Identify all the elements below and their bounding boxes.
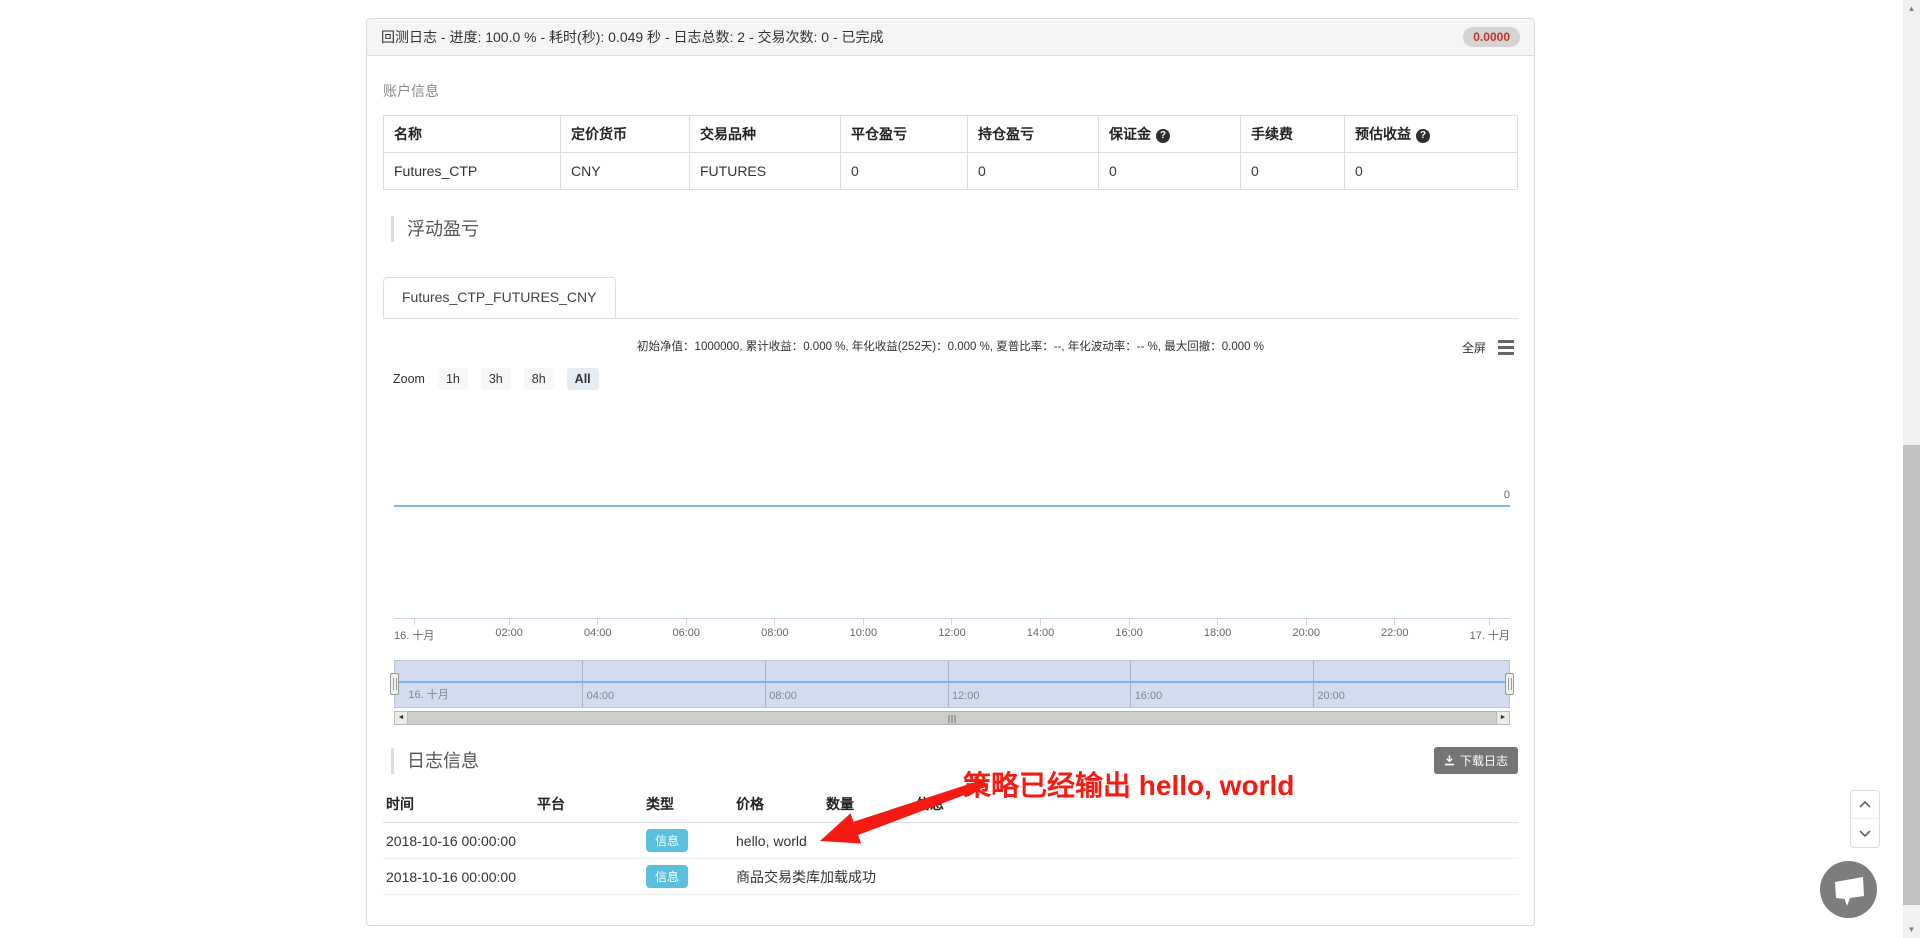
scrollbar-grip-icon [949,715,956,723]
xaxis-label: 10:00 [850,627,878,639]
cell-est-profit: 0 [1345,153,1518,190]
log-info-heading: 日志信息 [391,748,479,774]
chat-widget-button[interactable] [1820,861,1877,918]
annotation-text: 策略已经输出 hello, world [963,764,1294,804]
log-type: 信息 [643,823,733,859]
log-time: 2018-10-16 00:00:00 [383,859,534,895]
backtest-log-header: 回测日志 - 进度: 100.0 % - 耗时(秒): 0.049 秒 - 日志… [367,19,1534,56]
navigator-label: 16:00 [1135,690,1163,702]
zoom-label: Zoom [393,372,425,386]
xaxis-label: 04:00 [584,627,612,639]
page-scroll-buttons [1850,790,1880,848]
scrollbar-down-icon[interactable]: ▼ [1903,921,1920,938]
info-badge: 信息 [646,865,688,888]
cell-fee: 0 [1241,153,1345,190]
xaxis-label: 20:00 [1292,627,1320,639]
col-closed-pnl: 平仓盈亏 [841,116,968,153]
chart-horizontal-scrollbar: ◄ ► [394,711,1510,725]
xaxis-label: 16. 十月 [394,627,434,643]
xaxis-label: 02:00 [495,627,523,639]
zoom-1h-button[interactable]: 1h [438,368,468,390]
account-table-header-row: 名称 定价货币 交易品种 平仓盈亏 持仓盈亏 保证金? 手续费 预估收益? [384,116,1518,153]
cell-name: Futures_CTP [384,153,561,190]
col-name: 名称 [384,116,561,153]
xaxis: 16. 十月 02:00 04:00 06:00 08:00 10:00 12:… [394,618,1510,643]
yaxis-zero-label: 0 [1504,489,1510,501]
navigator-label: 16. 十月 [408,686,448,702]
margin-help-icon[interactable]: ? [1156,129,1170,143]
download-icon [1444,755,1455,766]
scroll-left-icon[interactable]: ◄ [394,711,408,725]
backtest-status-title: 回测日志 - 进度: 100.0 % - 耗时(秒): 0.049 秒 - 日志… [381,27,884,47]
profit-badge: 0.0000 [1463,27,1520,47]
log-type: 信息 [643,859,733,895]
xaxis-label: 18:00 [1204,627,1232,639]
xaxis-label: 08:00 [761,627,789,639]
xaxis-label: 22:00 [1381,627,1409,639]
chart-navigator[interactable]: 16. 十月 04:00 08:00 12:00 16:00 20:00 [394,660,1510,708]
chart-toolbar: 全屏 [1462,339,1514,356]
chat-bubble-icon [1820,861,1877,918]
navigator-label: 08:00 [769,690,797,702]
xaxis-label: 12:00 [938,627,966,639]
navigator-left-handle[interactable] [390,673,399,695]
scroll-down-button[interactable] [1851,819,1879,847]
zoom-all-button[interactable]: All [567,368,599,390]
log-time: 2018-10-16 00:00:00 [383,823,534,859]
col-open-pnl: 持仓盈亏 [968,116,1099,153]
horizontal-scrollbar-thumb[interactable] [408,711,1496,725]
col-margin: 保证金? [1099,116,1241,153]
col-est-profit: 预估收益? [1345,116,1518,153]
zoom-3h-button[interactable]: 3h [481,368,511,390]
log-platform [534,823,643,859]
cell-open-pnl: 0 [968,153,1099,190]
floating-pnl-heading: 浮动盈亏 [391,216,1518,242]
scrollbar-up-icon[interactable]: ▲ [1903,0,1920,17]
log-row: 2018-10-16 00:00:00 信息 商品交易类库加载成功 [383,859,1518,895]
scroll-up-button[interactable] [1851,791,1879,819]
log-platform [534,859,643,895]
col-fee: 手续费 [1241,116,1345,153]
xaxis-label: 16:00 [1115,627,1143,639]
cell-instrument: FUTURES [690,153,841,190]
pnl-tab-bar: Futures_CTP_FUTURES_CNY [383,276,1518,319]
vertical-scrollbar-thumb[interactable] [1903,445,1920,905]
navigator-series-line [395,681,1509,683]
cell-quote-currency: CNY [561,153,690,190]
chevron-up-icon [1859,801,1871,808]
tab-futures-ctp-futures-cny[interactable]: Futures_CTP_FUTURES_CNY [383,277,616,318]
xaxis-label: 06:00 [673,627,701,639]
navigator-right-handle[interactable] [1505,673,1514,695]
est-profit-help-icon[interactable]: ? [1416,129,1430,143]
log-message: 商品交易类库加载成功 [733,859,1518,895]
scroll-right-icon[interactable]: ► [1496,711,1510,725]
navigator-label: 04:00 [587,690,615,702]
annotation-arrow [805,768,1000,848]
col-platform: 平台 [534,790,643,823]
xaxis-label: 14:00 [1027,627,1055,639]
info-badge: 信息 [646,829,688,852]
chevron-down-icon [1859,830,1871,837]
col-instrument: 交易品种 [690,116,841,153]
zoom-8h-button[interactable]: 8h [524,368,554,390]
zoom-range-selector: Zoom 1h 3h 8h All [393,368,599,390]
xaxis-label: 17. 十月 [1470,627,1510,643]
chart-menu-icon[interactable] [1498,340,1514,355]
account-table: 名称 定价货币 交易品种 平仓盈亏 持仓盈亏 保证金? 手续费 预估收益? Fu… [383,115,1518,190]
navigator-label: 12:00 [952,690,980,702]
navigator-label: 20:00 [1317,690,1345,702]
col-quote-currency: 定价货币 [561,116,690,153]
page-vertical-scrollbar: ▲ ▼ [1903,0,1920,938]
chart-stats-line: 初始净值：1000000, 累计收益：0.000 %, 年化收益(252天)：0… [383,338,1518,354]
download-log-button[interactable]: 下载日志 [1434,747,1518,774]
fullscreen-button[interactable]: 全屏 [1462,339,1486,356]
col-time: 时间 [383,790,534,823]
cell-margin: 0 [1099,153,1241,190]
equity-series-line [394,505,1510,507]
account-info-label: 账户信息 [383,81,1518,101]
cell-closed-pnl: 0 [841,153,968,190]
equity-chart: 初始净值：1000000, 累计收益：0.000 %, 年化收益(252天)：0… [383,319,1518,725]
col-type: 类型 [643,790,733,823]
account-table-row: Futures_CTP CNY FUTURES 0 0 0 0 0 [384,153,1518,190]
